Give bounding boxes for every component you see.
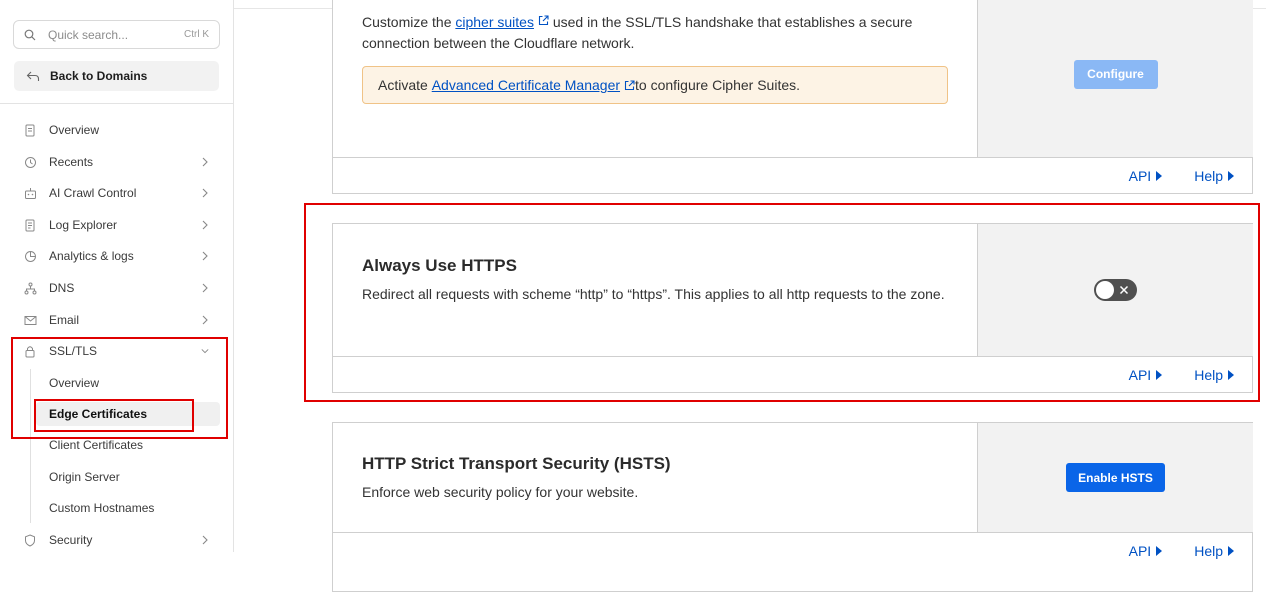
document-icon — [23, 123, 37, 137]
toggle-knob — [1096, 281, 1114, 299]
sidebar-item-label: SSL/TLS — [49, 344, 98, 358]
shield-icon — [23, 533, 37, 547]
chevron-down-icon — [201, 349, 209, 354]
api-link[interactable]: API — [1129, 543, 1163, 559]
quick-search[interactable]: Ctrl K — [13, 20, 220, 49]
sidebar: Ctrl K Back to Domains Overview Recents … — [0, 0, 234, 552]
api-label: API — [1128, 168, 1152, 184]
api-label: API — [1128, 543, 1152, 559]
sidebar-item-label: Security — [49, 533, 93, 547]
chevron-right-icon — [202, 315, 208, 325]
sidebar-subitem-overview[interactable]: Overview — [36, 371, 220, 395]
sidebar-item-analytics-logs[interactable]: Analytics & logs — [14, 243, 219, 269]
always-use-https-title: Always Use HTTPS — [362, 256, 517, 275]
help-label: Help — [1194, 168, 1223, 184]
sidebar-item-label: Log Explorer — [49, 218, 118, 232]
sidebar-item-label: Recents — [49, 155, 94, 169]
hsts-action: Enable HSTS — [977, 423, 1253, 533]
search-input[interactable] — [48, 27, 178, 42]
triangle-right-icon — [1156, 370, 1163, 380]
enable-hsts-button[interactable]: Enable HSTS — [1066, 463, 1165, 492]
external-link-icon — [624, 79, 635, 90]
api-link[interactable]: API — [1129, 367, 1163, 383]
sidebar-item-ai-crawl-control[interactable]: AI Crawl Control — [14, 180, 219, 206]
help-link[interactable]: Help — [1194, 367, 1234, 383]
back-arrow-icon — [26, 71, 40, 81]
lock-icon — [23, 344, 37, 358]
always-use-https-card: Always Use HTTPS Redirect all requests w… — [332, 223, 1253, 393]
sidebar-item-label: Overview — [49, 123, 100, 137]
cipher-suites-description: Customize the cipher suites used in the … — [362, 12, 962, 54]
submenu-line — [30, 369, 31, 523]
sidebar-item-dns[interactable]: DNS — [14, 275, 219, 301]
help-link[interactable]: Help — [1194, 168, 1234, 184]
triangle-right-icon — [1156, 171, 1163, 181]
configure-button[interactable]: Configure — [1073, 59, 1158, 89]
api-link[interactable]: API — [1129, 168, 1163, 184]
always-use-https-footer: API Help — [333, 357, 1252, 393]
close-icon — [1119, 285, 1129, 295]
chart-pie-icon — [23, 249, 37, 263]
hsts-description: Enforce web security policy for your web… — [362, 484, 639, 500]
notice-text: Activate — [378, 77, 428, 93]
search-shortcut: Ctrl K — [184, 29, 209, 40]
sidebar-item-log-explorer[interactable]: Log Explorer — [14, 212, 219, 238]
triangle-right-icon — [1228, 546, 1234, 556]
robot-icon — [23, 186, 37, 200]
chevron-right-icon — [202, 220, 208, 230]
clock-icon — [23, 155, 37, 169]
search-icon — [24, 29, 36, 40]
sidebar-item-label: AI Crawl Control — [49, 186, 137, 200]
always-use-https-toggle[interactable] — [1094, 279, 1137, 301]
help-label: Help — [1194, 543, 1223, 559]
acm-notice: Activate Advanced Certificate Manager to… — [362, 66, 948, 104]
notice-text-after: to configure Cipher Suites. — [635, 77, 801, 93]
mail-icon — [23, 313, 37, 327]
cipher-suites-link[interactable]: cipher suites — [455, 14, 534, 30]
help-label: Help — [1194, 367, 1223, 383]
cipher-suites-body: Customize the cipher suites used in the … — [333, 0, 977, 158]
chevron-right-icon — [202, 157, 208, 167]
sidebar-subitem-client-certificates[interactable]: Client Certificates — [36, 433, 220, 457]
always-use-https-body: Always Use HTTPS Redirect all requests w… — [333, 224, 977, 357]
sidebar-item-label: Analytics & logs — [49, 249, 134, 263]
chevron-right-icon — [202, 251, 208, 261]
sidebar-divider — [0, 103, 233, 104]
triangle-right-icon — [1228, 171, 1234, 181]
sidebar-subitem-origin-server[interactable]: Origin Server — [36, 465, 220, 489]
hsts-title: HTTP Strict Transport Security (HSTS) — [362, 454, 671, 473]
sidebar-subitem-custom-hostnames[interactable]: Custom Hostnames — [36, 496, 220, 520]
chevron-right-icon — [202, 535, 208, 545]
sidebar-item-security[interactable]: Security — [14, 527, 219, 553]
back-to-domains-button[interactable]: Back to Domains — [14, 61, 219, 91]
help-link[interactable]: Help — [1194, 543, 1234, 559]
hsts-footer: API Help — [333, 533, 1252, 569]
back-to-domains-label: Back to Domains — [50, 69, 148, 83]
sidebar-item-recents[interactable]: Recents — [14, 149, 219, 175]
chevron-right-icon — [202, 283, 208, 293]
log-icon — [23, 218, 37, 232]
sidebar-item-label: DNS — [49, 281, 75, 295]
chevron-right-icon — [202, 188, 208, 198]
api-label: API — [1128, 367, 1152, 383]
cipher-desc-text: Customize the — [362, 14, 456, 30]
always-use-https-action — [977, 224, 1253, 357]
sidebar-item-label: Email — [49, 313, 80, 327]
sidebar-item-ssl-tls[interactable]: SSL/TLS — [14, 338, 219, 364]
triangle-right-icon — [1228, 370, 1234, 380]
cipher-suites-card: Customize the cipher suites used in the … — [332, 0, 1253, 194]
sidebar-item-overview[interactable]: Overview — [14, 117, 219, 143]
hsts-body: HTTP Strict Transport Security (HSTS) En… — [333, 423, 977, 533]
cipher-suites-footer: API Help — [333, 158, 1252, 194]
cipher-suites-action: Configure — [977, 0, 1253, 158]
external-link-icon — [538, 15, 549, 26]
network-icon — [23, 281, 37, 295]
sidebar-item-email[interactable]: Email — [14, 307, 219, 333]
sidebar-subitem-edge-certificates[interactable]: Edge Certificates — [36, 402, 220, 426]
hsts-card: HTTP Strict Transport Security (HSTS) En… — [332, 422, 1253, 592]
advanced-certificate-manager-link[interactable]: Advanced Certificate Manager — [432, 77, 620, 93]
always-use-https-description: Redirect all requests with scheme “http”… — [362, 286, 945, 302]
triangle-right-icon — [1156, 546, 1163, 556]
